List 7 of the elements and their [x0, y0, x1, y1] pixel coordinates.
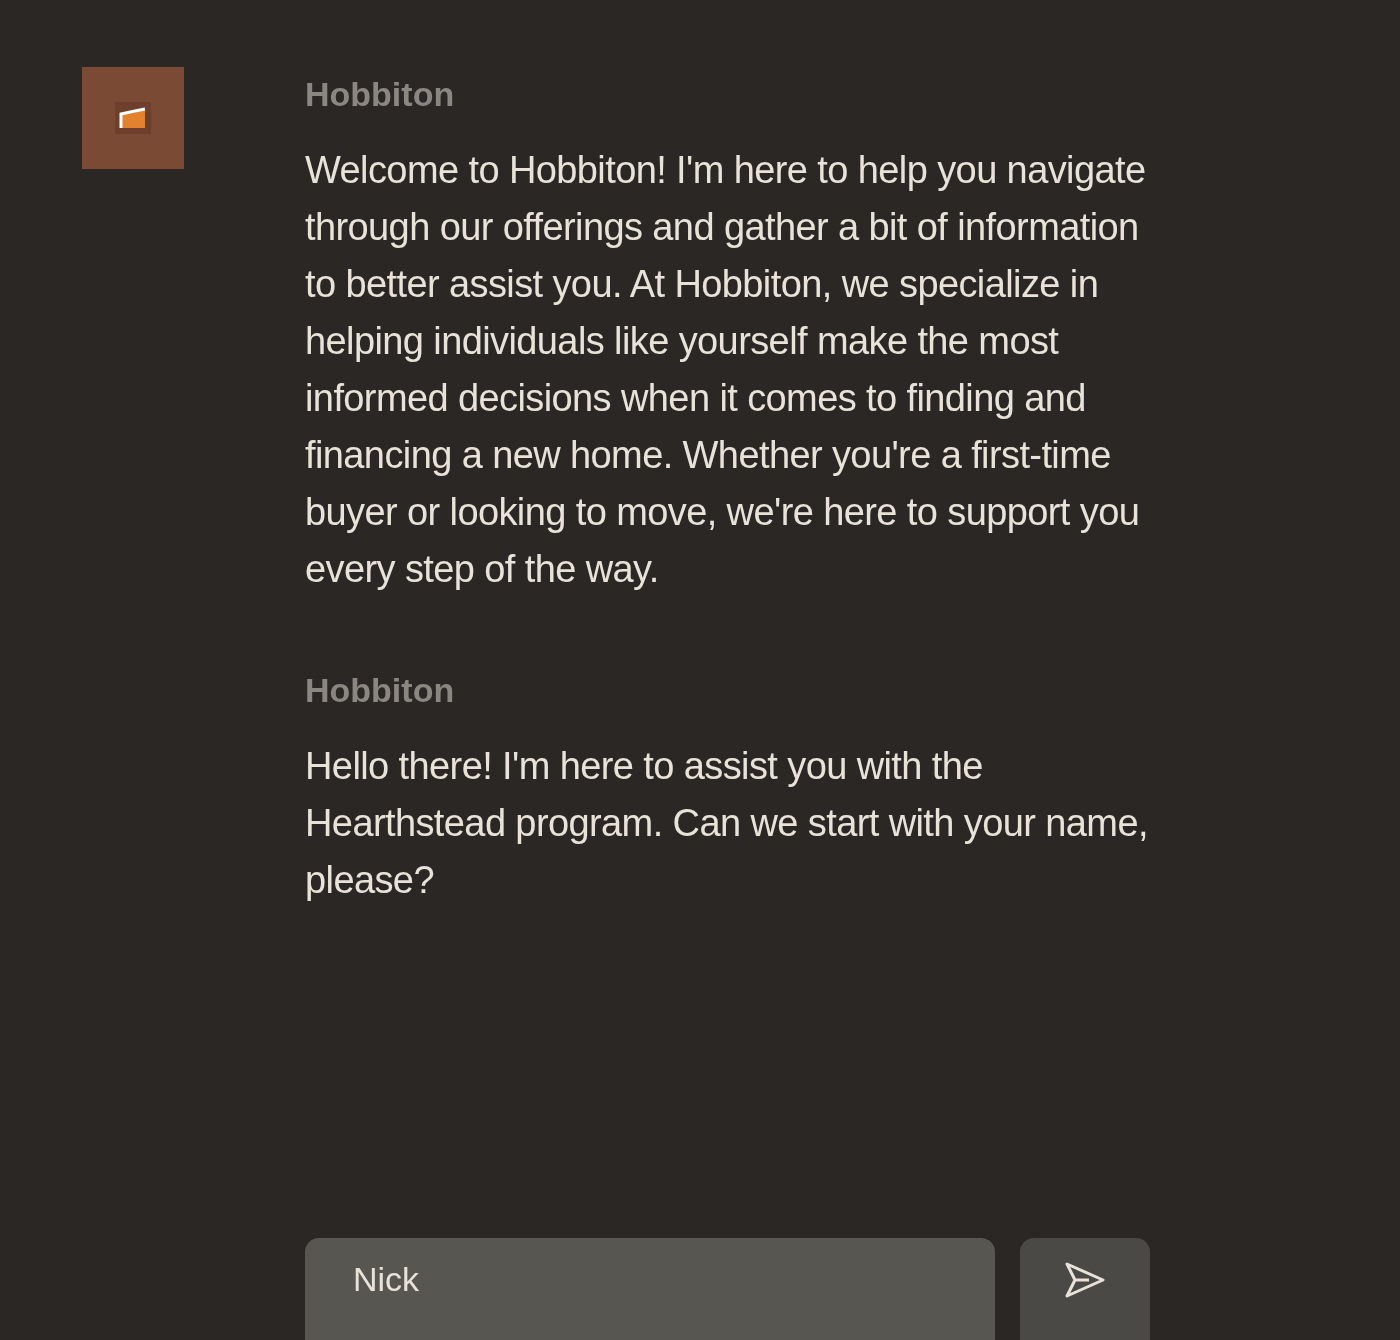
message-input[interactable]: Nick — [305, 1238, 995, 1340]
message-text: Welcome to Hobbiton! I'm here to help you navigate through our offerings and gather a bit of information to better assist you. At Hobbiton, we specialize in helping individuals like yourself make the most informed decisions when it comes to finding and financing a new home. Whether you're a first-time buyer or looking to move, we're here to support you every step of the way. — [305, 148, 1147, 592]
logo-icon — [115, 102, 151, 134]
send-button[interactable] — [1020, 1238, 1150, 1340]
sender-name: Hobbiton — [305, 670, 456, 711]
message-text: Hello there! I'm here to assist you with the Hearthstead program. Can we start with your name, please? — [305, 744, 1149, 903]
sender-name: Hobbiton — [305, 74, 456, 115]
